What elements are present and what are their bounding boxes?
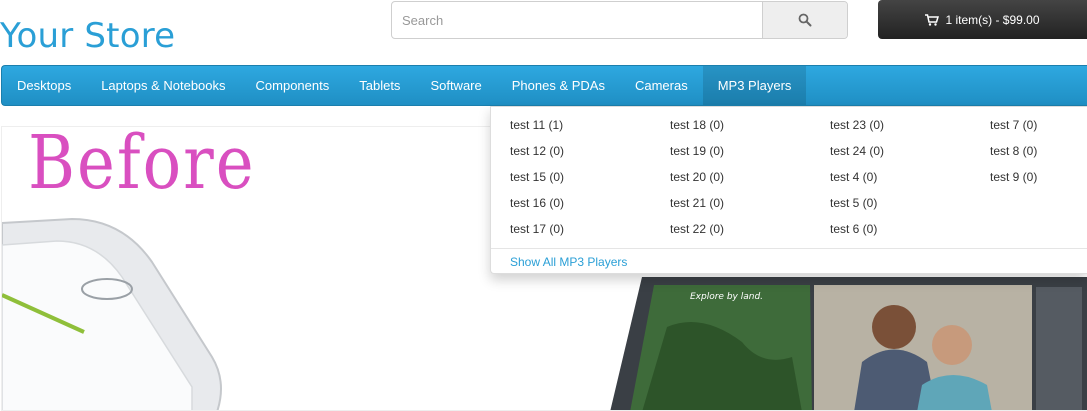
nav-software[interactable]: Software — [415, 66, 496, 105]
search-input[interactable] — [392, 2, 762, 38]
store-logo[interactable]: Your Store — [0, 16, 175, 56]
show-all-link[interactable]: Show All MP3 Players — [510, 255, 627, 269]
before-overlay-text: Before — [28, 121, 256, 207]
nav-phones-pdas[interactable]: Phones & PDAs — [497, 66, 620, 105]
dropdown-item[interactable]: test 6 (0) — [830, 222, 877, 236]
dropdown-item[interactable]: test 23 (0) — [830, 118, 884, 132]
cart-icon — [925, 13, 940, 26]
dropdown-item[interactable]: test 12 (0) — [510, 144, 564, 158]
dropdown-item[interactable]: test 19 (0) — [670, 144, 724, 158]
cart-label: 1 item(s) - $99.00 — [945, 12, 1040, 27]
main-menu: Desktops Laptops & Notebooks Components … — [1, 65, 1087, 106]
nav-components[interactable]: Components — [241, 66, 345, 105]
dropdown-item[interactable]: test 17 (0) — [510, 222, 564, 236]
dropdown-item[interactable]: test 15 (0) — [510, 170, 564, 184]
dropdown-item[interactable]: test 22 (0) — [670, 222, 724, 236]
search-bar — [391, 1, 848, 39]
nav-tablets[interactable]: Tablets — [344, 66, 415, 105]
dropdown-item[interactable]: test 7 (0) — [990, 118, 1037, 132]
dropdown-item[interactable]: test 24 (0) — [830, 144, 884, 158]
nav-cameras[interactable]: Cameras — [620, 66, 703, 105]
mp3-players-dropdown: test 11 (1) test 12 (0) test 15 (0) test… — [490, 106, 1087, 274]
cart-button[interactable]: 1 item(s) - $99.00 — [878, 0, 1087, 39]
dropdown-divider — [491, 248, 1087, 249]
dropdown-item[interactable]: test 4 (0) — [830, 170, 877, 184]
dropdown-item[interactable]: test 20 (0) — [670, 170, 724, 184]
dropdown-item[interactable]: test 18 (0) — [670, 118, 724, 132]
search-button[interactable] — [762, 2, 847, 38]
nav-mp3-players[interactable]: MP3 Players — [702, 66, 807, 105]
dropdown-item[interactable]: test 5 (0) — [830, 196, 877, 210]
nav-desktops[interactable]: Desktops — [2, 66, 86, 105]
nav-laptops-notebooks[interactable]: Laptops & Notebooks — [86, 66, 240, 105]
search-icon — [798, 13, 812, 27]
dropdown-item[interactable]: test 8 (0) — [990, 144, 1037, 158]
tablet-caption: Explore by land. — [690, 292, 763, 302]
dropdown-item[interactable]: test 9 (0) — [990, 170, 1037, 184]
dropdown-item[interactable]: test 21 (0) — [670, 196, 724, 210]
dropdown-item[interactable]: test 16 (0) — [510, 196, 564, 210]
dropdown-item[interactable]: test 11 (1) — [510, 118, 563, 132]
